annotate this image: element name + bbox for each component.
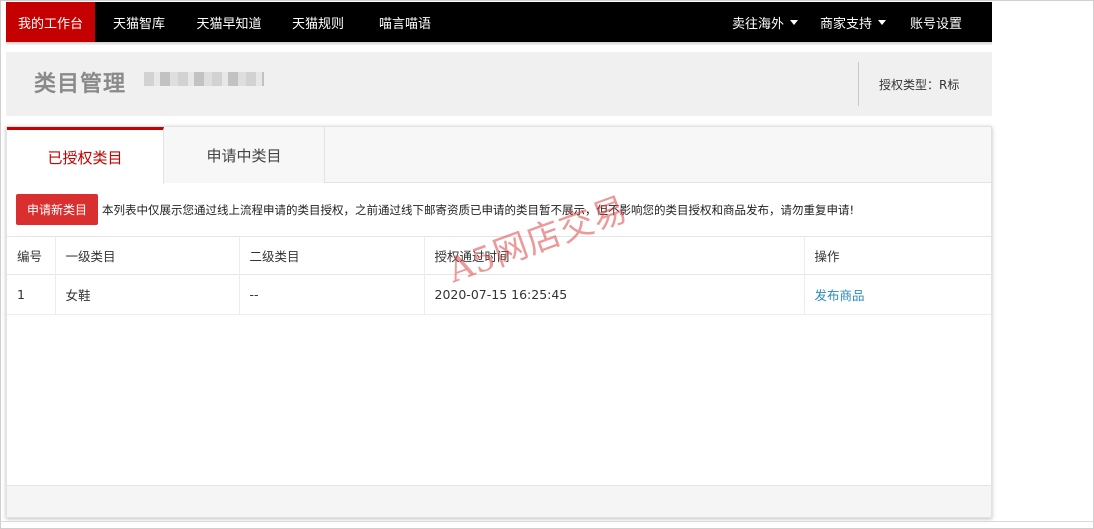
nav-item-tmall-rules[interactable]: 天猫规则 bbox=[275, 2, 361, 42]
page-header: 类目管理 授权类型：R标 bbox=[6, 52, 992, 116]
nav-item-overseas[interactable]: 卖往海外 bbox=[722, 2, 808, 42]
nav-item-tmall-zaozhidao[interactable]: 天猫早知道 bbox=[183, 2, 275, 42]
table-row: 1 女鞋 -- 2020-07-15 16:25:45 发布商品 bbox=[7, 274, 991, 315]
nav-item-overseas-label: 卖往海外 bbox=[731, 16, 784, 32]
redacted-shop-name bbox=[144, 72, 264, 86]
notice-text: 本列表中仅展示您通过线上流程申请的类目授权，之前通过线下邮寄资质已申请的类目暂不… bbox=[102, 203, 855, 217]
nav-item-account-settings[interactable]: 账号设置 bbox=[898, 2, 974, 42]
page-title: 类目管理 bbox=[34, 72, 127, 97]
table-header-row: 编号 一级类目 二级类目 授权通过时间 操作 bbox=[7, 236, 991, 275]
nav-item-miaoyan[interactable]: 喵言喵语 bbox=[361, 2, 449, 42]
col-header-number: 编号 bbox=[17, 249, 43, 264]
nav-item-merchant-support-label: 商家支持 bbox=[819, 16, 872, 32]
chevron-down-icon bbox=[790, 19, 798, 25]
col-header-level2: 二级类目 bbox=[238, 236, 424, 275]
category-panel: 已授权类目 申请中类目 申请新类目 本列表中仅展示您通过线上流程申请的类目授权，… bbox=[6, 126, 992, 518]
cell-level1: 女鞋 bbox=[54, 274, 239, 315]
bottom-divider bbox=[0, 521, 1094, 522]
nav-item-tmall-zhiku[interactable]: 天猫智库 bbox=[95, 2, 183, 42]
tab-bar: 已授权类目 申请中类目 bbox=[7, 127, 991, 184]
top-navbar: 我的工作台 天猫智库 天猫早知道 天猫规则 喵言喵语 卖往海外 商家支持 账号设… bbox=[6, 2, 992, 42]
header-divider bbox=[858, 62, 859, 106]
chevron-down-icon bbox=[878, 19, 886, 25]
tab-authorized-categories[interactable]: 已授权类目 bbox=[7, 127, 164, 184]
apply-new-category-button[interactable]: 申请新类目 bbox=[16, 194, 98, 225]
col-header-level1: 一级类目 bbox=[54, 236, 239, 275]
auth-type-label: 授权类型：R标 bbox=[879, 78, 960, 92]
nav-item-merchant-support[interactable]: 商家支持 bbox=[808, 2, 898, 42]
publish-product-link[interactable]: 发布商品 bbox=[815, 288, 865, 303]
cell-auth-time: 2020-07-15 16:25:45 bbox=[423, 274, 804, 315]
nav-shadow bbox=[6, 42, 992, 45]
cell-level2: -- bbox=[238, 274, 424, 315]
panel-footer bbox=[7, 485, 991, 517]
cell-action: 发布商品 bbox=[803, 274, 991, 315]
col-header-auth-time: 授权通过时间 bbox=[423, 236, 804, 275]
cell-number: 1 bbox=[17, 287, 25, 302]
category-table: 编号 一级类目 二级类目 授权通过时间 操作 1 女鞋 -- 2020-07-1… bbox=[7, 236, 991, 315]
nav-item-workbench[interactable]: 我的工作台 bbox=[6, 2, 95, 42]
col-header-action: 操作 bbox=[803, 236, 991, 275]
tab-pending-categories[interactable]: 申请中类目 bbox=[164, 127, 325, 183]
